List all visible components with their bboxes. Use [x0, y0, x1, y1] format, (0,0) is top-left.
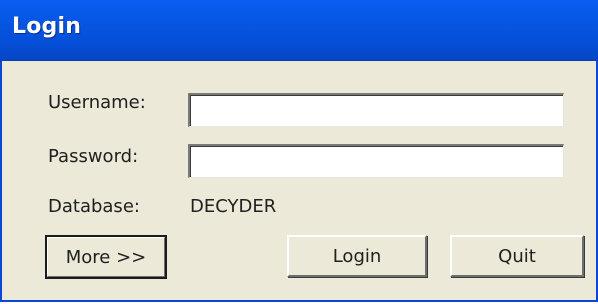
quit-button[interactable]: Quit	[450, 235, 584, 277]
login-dialog: Login Username: Password: Database: DECY…	[0, 0, 598, 302]
more-button[interactable]: More >>	[45, 235, 167, 279]
dialog-body: Username: Password: Database: DECYDER Mo…	[2, 62, 596, 298]
password-label: Password:	[48, 146, 139, 167]
username-input[interactable]	[188, 93, 564, 127]
title-bar[interactable]: Login	[0, 0, 598, 61]
username-label: Username:	[48, 92, 146, 113]
database-value: DECYDER	[190, 196, 277, 217]
window-title: Login	[12, 14, 82, 39]
password-input[interactable]	[188, 144, 564, 178]
database-label: Database:	[48, 196, 140, 217]
login-button[interactable]: Login	[287, 235, 427, 277]
